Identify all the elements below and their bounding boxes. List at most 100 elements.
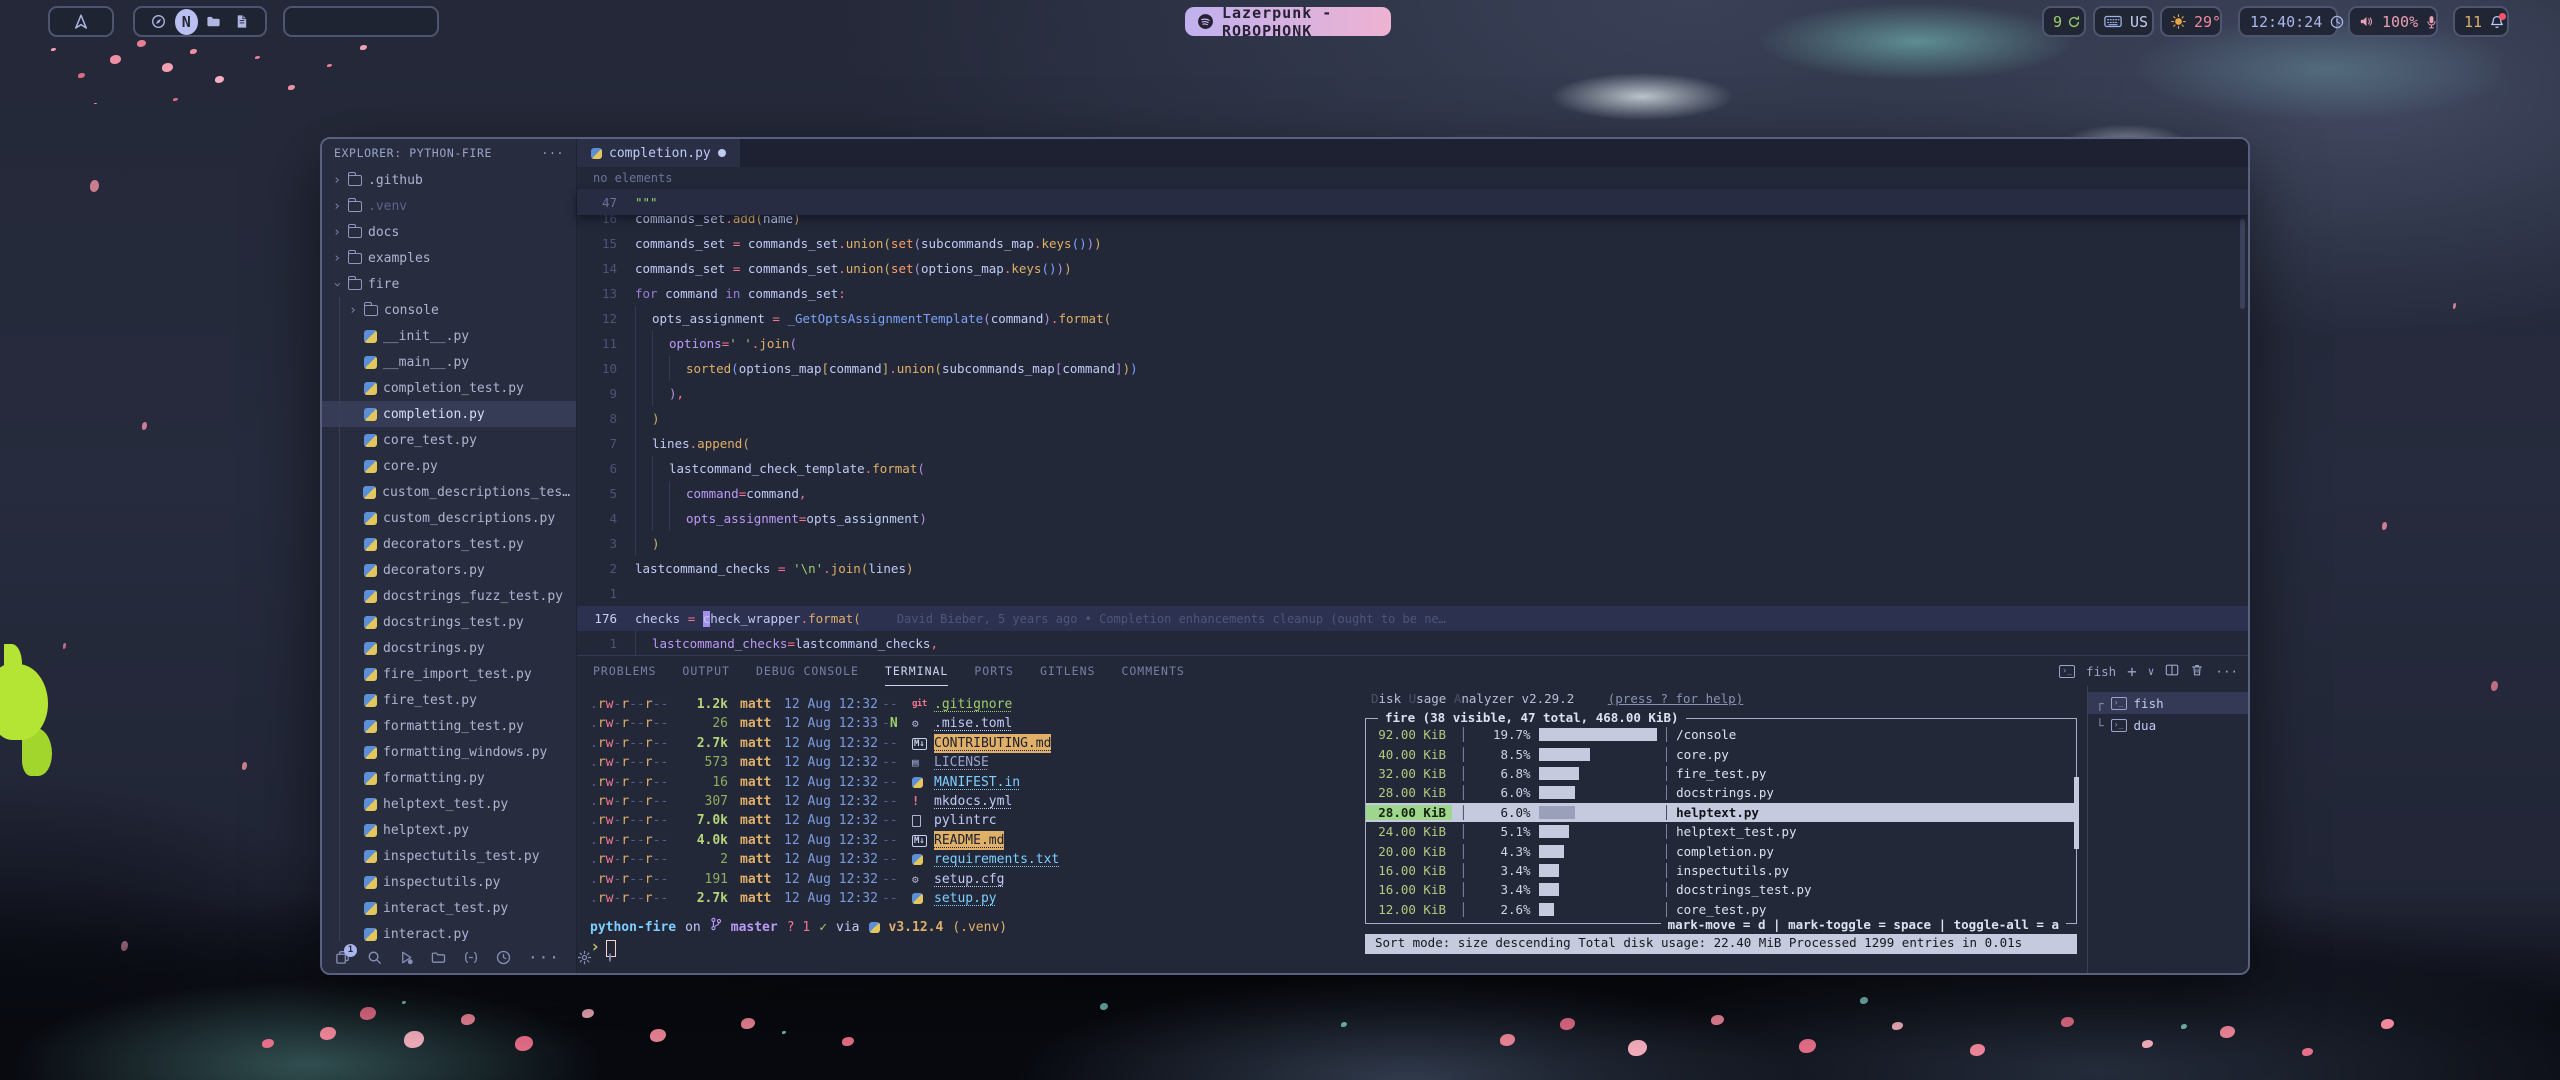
sidebar-item-docstrings_test.py[interactable]: docstrings_test.py	[322, 609, 576, 635]
sidebar-item-__main__.py[interactable]: __main__.py	[322, 349, 576, 375]
workspace-compass[interactable]	[147, 9, 171, 35]
panel-tab-terminal[interactable]: TERMINAL	[885, 656, 948, 686]
sidebar-item-console[interactable]: ›console	[322, 297, 576, 323]
panel-tab-comments[interactable]: COMMENTS	[1121, 656, 1184, 686]
dua-row-helptext.py[interactable]: 28.00 KiB │ 6.0%│helptext.py	[1366, 803, 2076, 822]
split-terminal-icon[interactable]	[2165, 663, 2179, 680]
panel-tab-debug-console[interactable]: DEBUG CONSOLE	[756, 656, 859, 686]
panel-tab-ports[interactable]: PORTS	[974, 656, 1014, 686]
more-views-icon[interactable]: ···	[528, 948, 560, 967]
sidebar-item-custom_descriptions.py[interactable]: custom_descriptions.py	[322, 505, 576, 531]
code-line[interactable]: 13for command in commands_set:	[577, 281, 2248, 306]
panel-tab-problems[interactable]: PROBLEMS	[593, 656, 656, 686]
dua-row-docstrings_test.py[interactable]: 16.00 KiB │ 3.4%│docstrings_test.py	[1366, 880, 2076, 899]
code-line[interactable]: 9),	[577, 381, 2248, 406]
sidebar-item-custom_descriptions_test.py[interactable]: custom_descriptions_test.py	[322, 479, 576, 505]
clock-widget[interactable]: 12:40:24	[2238, 6, 2338, 37]
terminal-filename[interactable]: pylintrc	[934, 811, 997, 830]
sidebar-item-docstrings.py[interactable]: docstrings.py	[322, 635, 576, 661]
explorer-view-icon[interactable]: 1	[335, 950, 350, 965]
sticky-scroll-line[interactable]: 47"""	[577, 189, 2248, 215]
sidebar-item-inspectutils.py[interactable]: inspectutils.py	[322, 869, 576, 895]
terminal-filename[interactable]: setup.cfg	[934, 870, 1004, 889]
extensions-icon[interactable]	[463, 951, 479, 964]
code-line[interactable]: 10sorted(options_map[command].union(subc…	[577, 356, 2248, 381]
sidebar-item-formatting.py[interactable]: formatting.py	[322, 765, 576, 791]
code-line[interactable]: 11options=' '.join(	[577, 331, 2248, 356]
terminal-output[interactable]: .rw-r--r--1.2kmatt12 Aug 12:32--git.giti…	[577, 686, 1359, 973]
dua-row-helptext_test.py[interactable]: 24.00 KiB │ 5.1%│helptext_test.py	[1366, 822, 2076, 841]
weather-widget[interactable]: 29°	[2160, 6, 2222, 37]
search-icon[interactable]	[367, 950, 382, 965]
dua-row-core.py[interactable]: 40.00 KiB │ 8.5%│core.py	[1366, 744, 2076, 763]
terminal-filename[interactable]: .gitignore	[934, 695, 1012, 714]
sidebar-item-core_test.py[interactable]: core_test.py	[322, 427, 576, 453]
new-terminal-button[interactable]: +	[2127, 662, 2137, 681]
code-line[interactable]: 47"""	[577, 190, 658, 215]
disk-usage-analyzer[interactable]: Disk Usage Analyzer v2.29.2 (press ? for…	[1359, 686, 2087, 973]
code-line[interactable]: 6lastcommand_check_template.format(	[577, 456, 2248, 481]
dua-row-console[interactable]: 92.00 KiB │ 19.7%│/console	[1366, 725, 2076, 744]
gitlens-icon[interactable]	[496, 950, 511, 965]
dua-scrollbar[interactable]	[2074, 777, 2079, 849]
terminal-dropdown-chevron-icon[interactable]: ∨	[2148, 665, 2155, 678]
terminal-filename[interactable]: README.md	[934, 831, 1004, 850]
sidebar-item-fire_test.py[interactable]: fire_test.py	[322, 687, 576, 713]
audio-widget[interactable]: 100%	[2348, 6, 2438, 37]
code-line[interactable]: 4opts_assignment=opts_assignment)	[577, 506, 2248, 531]
terminal-filename[interactable]: MANIFEST.in	[934, 773, 1020, 792]
sidebar-item-formatting_windows.py[interactable]: formatting_windows.py	[322, 739, 576, 765]
code-line[interactable]: 14commands_set = commands_set.union(set(…	[577, 256, 2248, 281]
sidebar-item-helptext.py[interactable]: helptext.py	[322, 817, 576, 843]
terminal-filename[interactable]: setup.py	[934, 889, 997, 908]
explorer-more-button[interactable]: ···	[541, 146, 564, 160]
prompt-input-line[interactable]: ›	[590, 938, 1359, 958]
sidebar-item-completion.py[interactable]: completion.py	[322, 401, 576, 427]
dua-row-fire_test.py[interactable]: 32.00 KiB │ 6.8%│fire_test.py	[1366, 764, 2076, 783]
dua-row-docstrings.py[interactable]: 28.00 KiB │ 6.0%│docstrings.py	[1366, 783, 2076, 802]
terminal-instance-dua[interactable]: └›_dua	[2088, 714, 2248, 736]
code-line[interactable]: 7lines.append(	[577, 431, 2248, 456]
terminal-filename[interactable]: CONTRIBUTING.md	[934, 734, 1051, 753]
editor-scrollbar[interactable]	[2240, 219, 2245, 309]
workspace-file[interactable]	[230, 9, 254, 35]
terminal-instance-fish[interactable]: ┌›_fish	[2088, 692, 2248, 714]
workspace-n-badge[interactable]: N	[175, 9, 199, 35]
sidebar-item-docstrings_fuzz_test.py[interactable]: docstrings_fuzz_test.py	[322, 583, 576, 609]
sidebar-item-examples[interactable]: ›examples	[322, 245, 576, 271]
breadcrumb[interactable]: no elements	[577, 167, 2248, 189]
panel-more-icon[interactable]: ···	[2215, 664, 2238, 679]
sidebar-item-decorators.py[interactable]: decorators.py	[322, 557, 576, 583]
dua-row-inspectutils.py[interactable]: 16.00 KiB │ 3.4%│inspectutils.py	[1366, 861, 2076, 880]
code-line[interactable]: 2lastcommand_checks = '\n'.join(lines)	[577, 556, 2248, 581]
settings-gear-icon[interactable]	[577, 950, 592, 965]
code-line[interactable]: 3)	[577, 531, 2248, 556]
sidebar-item-docs[interactable]: ›docs	[322, 219, 576, 245]
sidebar-item-fire[interactable]: ›fire	[322, 271, 576, 297]
source-control-icon[interactable]	[431, 950, 446, 965]
terminal-filename[interactable]: requirements.txt	[934, 850, 1059, 869]
sidebar-item-formatting_test.py[interactable]: formatting_test.py	[322, 713, 576, 739]
dua-row-completion.py[interactable]: 20.00 KiB │ 4.3%│completion.py	[1366, 841, 2076, 860]
code-line[interactable]: 15commands_set = commands_set.union(set(…	[577, 231, 2248, 256]
code-line[interactable]: 1lastcommand_checks=lastcommand_checks,	[577, 631, 2248, 655]
code-area[interactable]: 16commands_set.add(name)15commands_set =…	[577, 215, 2248, 655]
sidebar-item-.venv[interactable]: ›.venv	[322, 193, 576, 219]
updates-widget[interactable]: 9	[2042, 6, 2086, 37]
code-line[interactable]: 16commands_set.add(name)	[577, 215, 2248, 231]
launcher-button[interactable]	[48, 6, 114, 37]
kill-terminal-icon[interactable]	[2190, 663, 2204, 680]
media-widget[interactable]: Lazerpunk - ROBOPHONK	[1185, 7, 1391, 36]
sidebar-item-interact.py[interactable]: interact.py	[322, 921, 576, 941]
code-line[interactable]: 12opts_assignment = _GetOptsAssignmentTe…	[577, 306, 2248, 331]
workspace-folder[interactable]	[202, 9, 226, 35]
sidebar-item-interact_test.py[interactable]: interact_test.py	[322, 895, 576, 921]
keyboard-layout-widget[interactable]: US	[2093, 6, 2154, 37]
notifications-widget[interactable]: 11	[2453, 6, 2509, 37]
sidebar-item-inspectutils_test.py[interactable]: inspectutils_test.py	[322, 843, 576, 869]
run-debug-icon[interactable]	[399, 950, 414, 965]
code-line[interactable]: 5command=command,	[577, 481, 2248, 506]
terminal-filename[interactable]: mkdocs.yml	[934, 792, 1012, 811]
sidebar-item-__init__.py[interactable]: __init__.py	[322, 323, 576, 349]
panel-tab-gitlens[interactable]: GITLENS	[1040, 656, 1095, 686]
